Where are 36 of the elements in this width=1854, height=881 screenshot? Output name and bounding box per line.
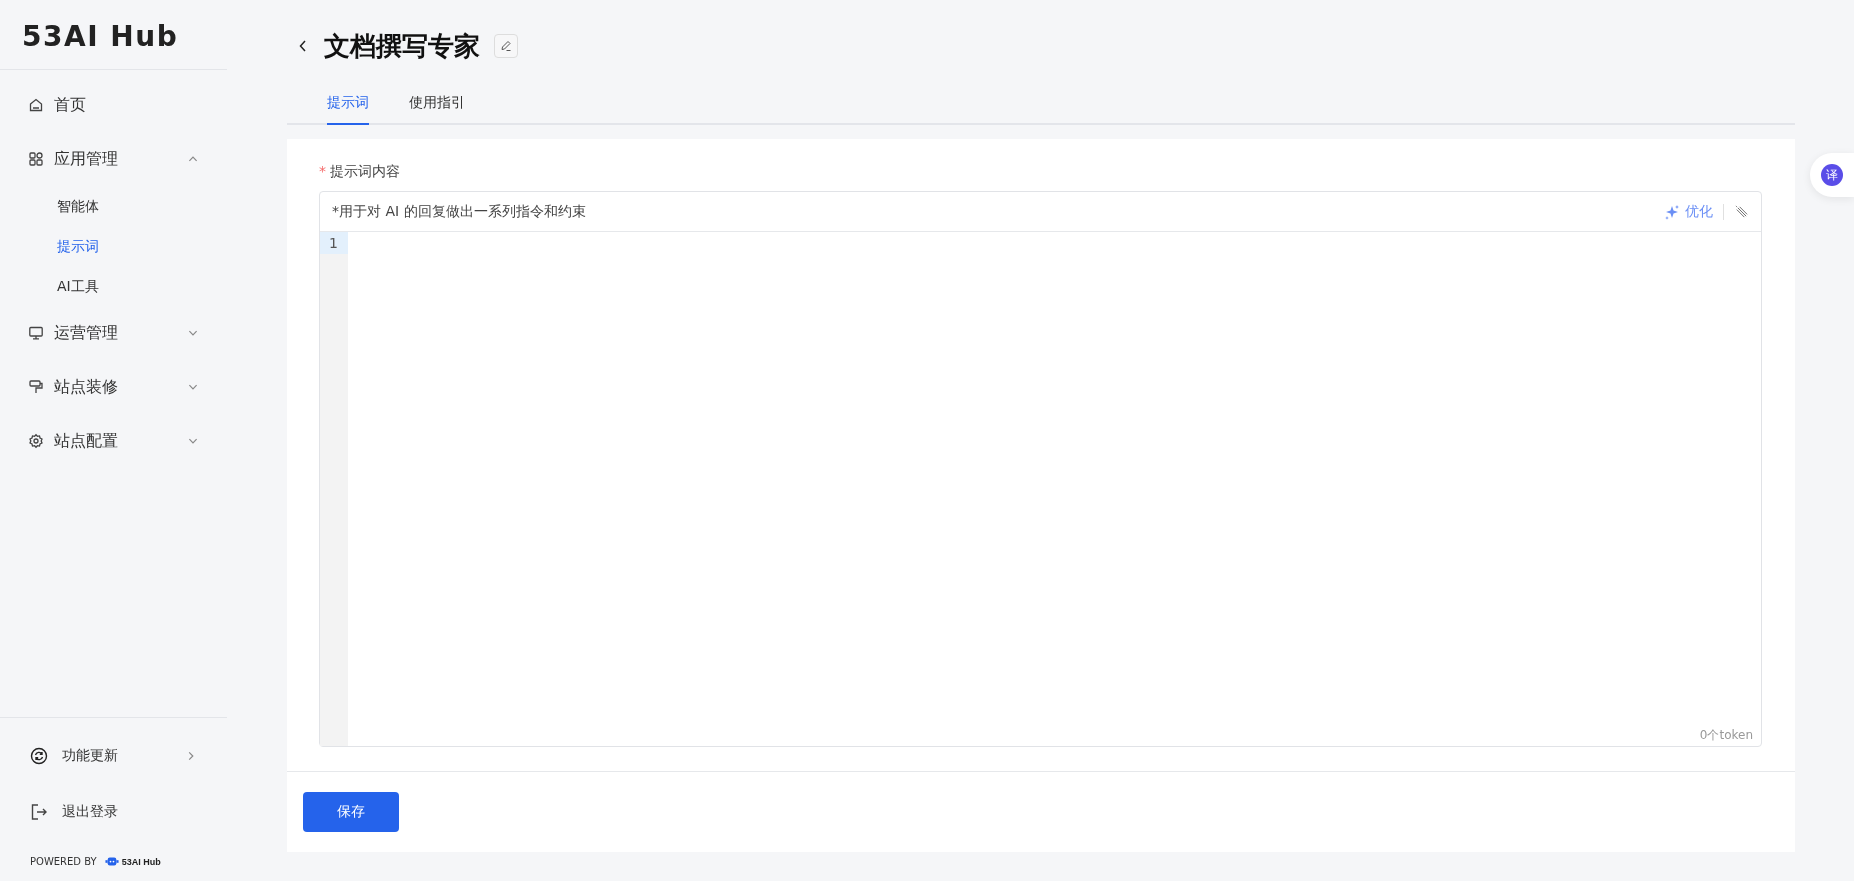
submenu-item[interactable]: 提示词 (0, 226, 227, 266)
tab[interactable]: 使用指引 (409, 92, 465, 125)
refresh-icon (30, 747, 48, 765)
sparkle-icon (1664, 203, 1680, 220)
translate-badge: 译 (1821, 164, 1843, 186)
logo-text: 53AI Hub (21, 19, 180, 55)
submenu-item[interactable]: AI工具 (0, 266, 227, 306)
robot-logo-icon (104, 856, 119, 867)
save-button[interactable]: 保存 (303, 792, 399, 832)
submenu-item[interactable]: 智能体 (0, 186, 227, 226)
menu-item[interactable]: 应用管理 (0, 132, 227, 186)
back-icon[interactable] (297, 38, 309, 54)
field-label: 提示词内容 (330, 163, 400, 179)
sidebar-footer-item[interactable]: 功能更新 (0, 728, 227, 784)
tab[interactable]: 提示词 (327, 92, 369, 125)
home-icon (28, 97, 44, 113)
powered-logo-text: 53AI Hub (121, 856, 161, 867)
monitor-icon (28, 325, 44, 341)
floating-translate-button[interactable]: 译 (1810, 153, 1854, 197)
menu-item[interactable]: 运营管理 (0, 306, 227, 360)
settings-icon (28, 433, 44, 449)
pencil-icon (499, 39, 513, 53)
menu-item[interactable]: 站点配置 (0, 414, 227, 468)
logout-icon (30, 803, 48, 821)
required-mark: * (319, 163, 326, 179)
sidebar-footer-item[interactable]: 退出登录 (0, 784, 227, 840)
powered-by-text: POWERED BY (30, 856, 97, 867)
editor-hint: *用于对 AI 的回复做出一系列指令和约束 (332, 202, 587, 221)
line-number: 1 (320, 232, 348, 254)
menu-item[interactable]: 首页 (0, 78, 227, 132)
prompt-editor[interactable]: *用于对 AI 的回复做出一系列指令和约束 优化 1 0个token (319, 191, 1762, 747)
paint-roller-icon (28, 379, 44, 395)
token-count: 0个token (1699, 727, 1753, 744)
menu-item[interactable]: 站点装修 (0, 360, 227, 414)
page-title: 文档撰写专家 (324, 29, 480, 63)
grid-icon (28, 151, 44, 167)
